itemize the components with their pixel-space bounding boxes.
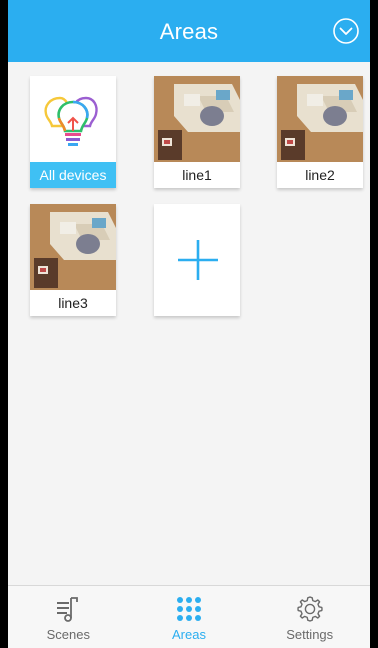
- grid-dots-icon: [177, 597, 201, 621]
- nav-scenes[interactable]: Scenes: [8, 586, 129, 648]
- area-tile-all-devices[interactable]: All devices: [30, 76, 116, 188]
- area-label: line1: [154, 162, 240, 188]
- living-room-photo: [30, 204, 116, 290]
- page-title: Areas: [159, 19, 219, 44]
- bottom-navigation: Scenes Areas Settings: [8, 585, 370, 648]
- area-label: All devices: [30, 162, 116, 188]
- scenes-icon: [57, 597, 79, 622]
- nav-areas[interactable]: Areas: [129, 586, 250, 648]
- nav-label: Scenes: [46, 627, 91, 642]
- areas-grid: All devices line1 line2 line3: [8, 62, 370, 586]
- chevron-down-circle-icon[interactable]: [332, 17, 360, 45]
- top-app-bar: Areas: [8, 0, 370, 62]
- living-room-photo: [277, 76, 363, 162]
- area-label: line3: [30, 290, 116, 316]
- multicolor-bulbs-icon: [44, 96, 98, 146]
- area-tile-line2[interactable]: line2: [277, 76, 363, 188]
- area-tile-line1[interactable]: line1: [154, 76, 240, 188]
- living-room-photo: [154, 76, 240, 162]
- area-label: line2: [277, 162, 363, 188]
- gear-icon: [296, 596, 323, 622]
- plus-icon: [178, 240, 218, 280]
- area-tile-line3[interactable]: line3: [30, 204, 116, 316]
- nav-label: Settings: [286, 627, 334, 642]
- nav-settings[interactable]: Settings: [249, 586, 370, 648]
- add-area-button[interactable]: [154, 204, 240, 316]
- app-screen: Areas All devices line1 line2 line3 Scen…: [8, 0, 370, 648]
- nav-label: Areas: [172, 627, 206, 642]
